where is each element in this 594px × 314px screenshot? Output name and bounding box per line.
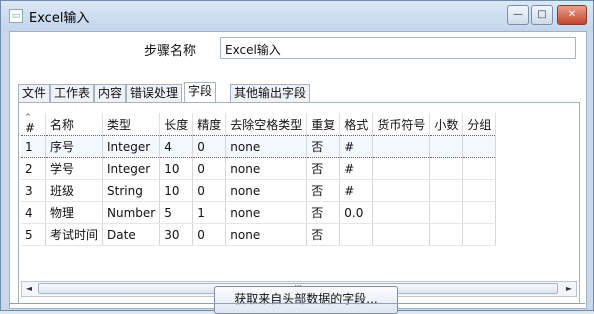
table-cell[interactable]: 序号 [45,135,104,158]
table-row[interactable]: 3 班级 String 10 0 none 否 # [21,179,497,202]
table-cell[interactable]: Integer [102,157,161,180]
table-header-row: ^ # 名称 类型 长度 精度 去除空格类型 重复 格式 货币符号 小数 分组 [21,113,497,136]
dialog-content: 步骤名称 Excel输入 文件 工作表 内容 错误处理 字段 其他输出字段 ^ … [9,31,587,314]
table-cell[interactable]: 否 [306,223,341,246]
table-cell[interactable]: # [339,135,374,158]
table-cell[interactable]: none [225,179,308,202]
scroll-right-icon[interactable]: ► [563,283,575,295]
column-header-currency[interactable]: 货币符号 [372,113,431,136]
column-header-type[interactable]: 类型 [102,113,161,136]
table-cell[interactable] [372,201,431,224]
table-cell[interactable] [339,223,374,246]
table-cell[interactable] [429,135,464,158]
maximize-button[interactable]: □ [531,5,553,25]
excel-input-dialog: ▭ Excel输入 — □ ✕ 步骤名称 Excel输入 文件 工作表 内容 错… [0,0,594,314]
tab-fields[interactable]: 字段 [184,82,217,102]
table-cell[interactable] [429,223,464,246]
table-cell[interactable] [462,223,497,246]
table-cell[interactable]: 2 [21,157,46,180]
tab-error-handling[interactable]: 错误处理 [126,84,183,102]
document-icon: ▭ [9,9,23,23]
table-cell[interactable]: String [102,179,161,202]
tab-worksheet[interactable]: 工作表 [50,84,95,102]
table-cell[interactable]: Date [102,223,161,246]
table-cell[interactable]: 0 [192,223,227,246]
scroll-left-icon[interactable]: ◄ [23,283,35,295]
table-cell[interactable]: none [225,157,308,180]
table-row[interactable]: 1 序号 Integer 4 0 none 否 # [21,135,497,158]
column-header-trim-type[interactable]: 去除空格类型 [225,113,308,136]
table-cell[interactable]: # [339,179,374,202]
table-cell[interactable]: 学号 [45,157,104,180]
table-cell[interactable] [372,223,431,246]
column-header-length[interactable]: 长度 [159,113,194,136]
table-cell[interactable] [429,157,464,180]
table-cell[interactable]: 否 [306,157,341,180]
column-header-number[interactable]: ^ # [21,113,46,136]
table-cell[interactable] [462,135,497,158]
tab-file[interactable]: 文件 [18,84,51,102]
table-cell[interactable]: 3 [21,179,46,202]
table-cell[interactable]: 否 [306,201,341,224]
table-cell[interactable] [462,157,497,180]
table-cell[interactable]: 否 [306,179,341,202]
table-cell[interactable]: 4 [159,135,194,158]
column-header-group[interactable]: 分组 [462,113,497,136]
table-cell[interactable] [372,157,431,180]
window-title: Excel输入 [29,11,90,26]
close-button[interactable]: ✕ [557,5,587,25]
table-cell[interactable]: 5 [21,223,46,246]
table-cell[interactable] [372,135,431,158]
table-cell[interactable]: none [225,201,308,224]
table-row[interactable]: 5 考试时间 Date 30 0 none 否 [21,223,497,246]
table-cell[interactable]: 10 [159,179,194,202]
step-name-input[interactable]: Excel输入 [220,37,576,59]
table-cell[interactable]: 班级 [45,179,104,202]
table-cell[interactable]: 0.0 [339,201,374,224]
step-name-label: 步骤名称 [144,44,197,59]
minimize-button[interactable]: — [507,5,529,25]
table-cell[interactable]: none [225,135,308,158]
table-cell[interactable]: 1 [192,201,227,224]
table-cell[interactable]: 物理 [45,201,104,224]
table-cell[interactable] [462,201,497,224]
table-row[interactable]: 2 学号 Integer 10 0 none 否 # [21,157,497,180]
table-cell[interactable]: 0 [192,179,227,202]
table-cell[interactable]: 5 [159,201,194,224]
column-header-decimal[interactable]: 小数 [429,113,464,136]
table-cell[interactable] [429,179,464,202]
title-bar[interactable]: ▭ Excel输入 — □ ✕ [1,1,593,31]
column-header-name[interactable]: 名称 [45,113,104,136]
fields-table: ^ # 名称 类型 长度 精度 去除空格类型 重复 格式 货币符号 小数 分组 [21,113,497,246]
column-header-repeat[interactable]: 重复 [306,113,341,136]
table-cell[interactable]: Number [102,201,161,224]
table-cell[interactable]: Integer [102,135,161,158]
table-cell[interactable]: 0 [192,135,227,158]
column-header-format[interactable]: 格式 [339,113,374,136]
table-cell[interactable]: 10 [159,157,194,180]
column-header-precision[interactable]: 精度 [192,113,227,136]
fields-panel: ^ # 名称 类型 长度 精度 去除空格类型 重复 格式 货币符号 小数 分组 [18,102,580,304]
table-cell[interactable]: 考试时间 [45,223,104,246]
table-cell[interactable]: none [225,223,308,246]
bottom-divider [9,303,585,304]
table-cell[interactable]: 30 [159,223,194,246]
table-cell[interactable]: 0 [192,157,227,180]
table-cell[interactable] [372,179,431,202]
sort-up-icon: ^ [25,112,31,121]
table-cell[interactable] [462,179,497,202]
table-cell[interactable]: # [339,157,374,180]
table-cell[interactable]: 4 [21,201,46,224]
tab-content[interactable]: 内容 [94,84,127,102]
table-cell[interactable]: 1 [21,135,46,158]
table-cell[interactable] [429,201,464,224]
get-fields-from-header-button[interactable]: 获取来自头部数据的字段... [214,286,398,314]
table-cell[interactable]: 否 [306,135,341,158]
tab-other-output-fields[interactable]: 其他输出字段 [230,84,311,102]
table-row[interactable]: 4 物理 Number 5 1 none 否 0.0 [21,201,497,224]
